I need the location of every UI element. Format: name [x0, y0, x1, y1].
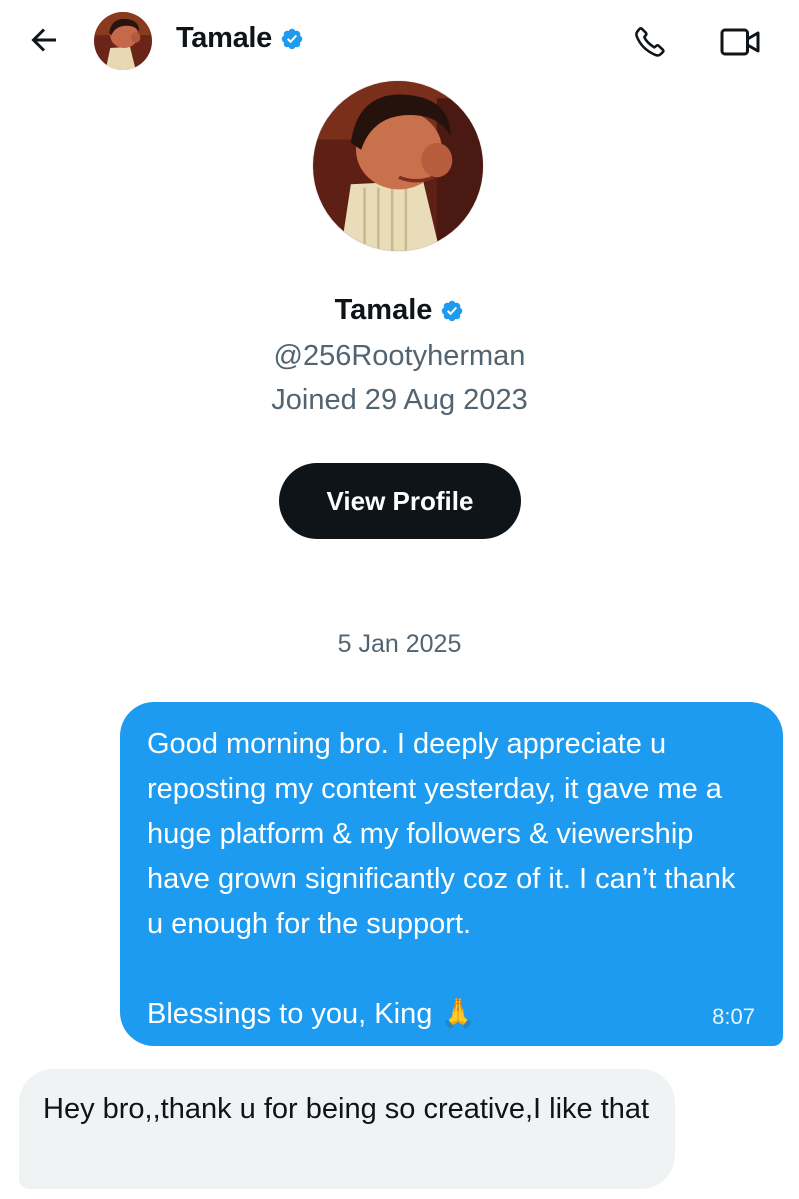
video-call-button[interactable] [716, 20, 764, 64]
header-name: Tamale [176, 22, 272, 54]
message-text: Hey bro,,thank u for being so creative,I… [43, 1093, 650, 1125]
header-title[interactable]: Tamale [176, 22, 304, 55]
arrow-left-icon [31, 28, 56, 52]
profile-joined-date: Joined 29 Aug 2023 [271, 384, 528, 416]
conversation-header: Tamale [0, 0, 799, 84]
voice-call-button[interactable] [628, 20, 672, 64]
phone-icon [635, 27, 665, 57]
profile-avatar[interactable] [312, 80, 484, 252]
profile-name: Tamale [334, 294, 433, 326]
view-profile-button[interactable]: View Profile [279, 463, 521, 539]
video-camera-icon [720, 28, 760, 56]
verified-badge-icon [442, 300, 463, 321]
dm-conversation-screen: Tamale Tamale @256Rootyherman Joined 29 … [0, 0, 799, 1199]
header-avatar[interactable] [94, 12, 152, 70]
incoming-message-bubble[interactable]: Hey bro,,thank u for being so creative,I… [19, 1069, 675, 1189]
message-text: Good morning bro. I deeply appreciate u … [147, 728, 736, 1030]
back-button[interactable] [24, 20, 64, 60]
message-timestamp: 8:07 [712, 1004, 755, 1029]
profile-name-row: Tamale [0, 294, 799, 327]
date-separator: 5 Jan 2025 [337, 630, 462, 658]
outgoing-message-bubble[interactable]: Good morning bro. I deeply appreciate u … [120, 702, 783, 1046]
verified-badge-icon [281, 28, 303, 49]
profile-handle: @256Rootyherman [273, 340, 526, 372]
